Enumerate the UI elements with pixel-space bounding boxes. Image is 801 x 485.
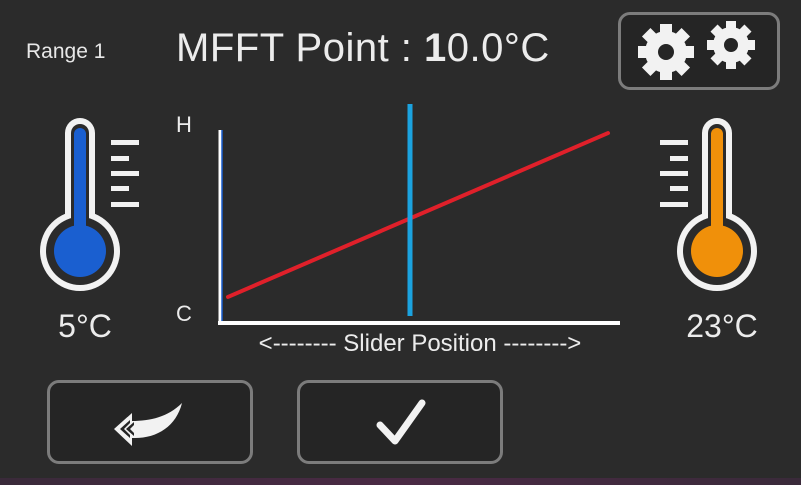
mfft-chart: H C <box>176 104 620 326</box>
title-value-rest: 0.0°C <box>446 26 550 70</box>
mfft-screen: Range 1 MFFT Point : 10.0°C H C <-------… <box>0 0 801 485</box>
cold-temperature: 5°C <box>58 308 112 344</box>
x-axis-label: <-------- Slider Position --------> <box>258 330 582 357</box>
range-label: Range 1 <box>26 40 106 63</box>
hot-temperature: 23°C <box>686 308 758 344</box>
checkmark-icon <box>376 399 426 445</box>
y-label-cold: C <box>176 301 192 326</box>
back-button[interactable] <box>47 380 253 464</box>
thermometer-cold-icon <box>40 118 139 291</box>
page-title: MFFT Point : 10.0°C <box>176 26 550 71</box>
thermometer-hot-icon <box>660 118 757 291</box>
accept-button[interactable] <box>297 380 503 464</box>
title-value-first-digit: 1 <box>424 26 447 70</box>
series-line <box>226 131 610 299</box>
settings-button[interactable] <box>618 12 780 90</box>
gears-icon <box>638 21 755 80</box>
back-arrow-icon <box>114 403 182 446</box>
y-label-high: H <box>176 112 192 137</box>
bottom-edge <box>0 478 801 485</box>
title-prefix: MFFT Point : <box>176 26 425 70</box>
